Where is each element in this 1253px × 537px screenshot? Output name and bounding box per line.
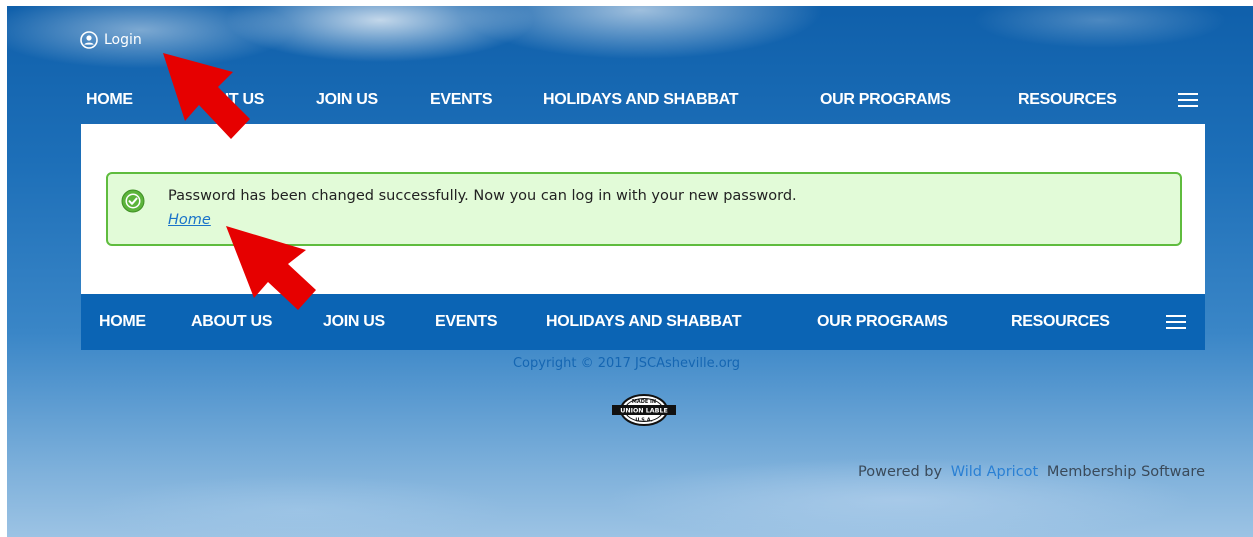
nav-our-programs[interactable]: OUR PROGRAMS: [817, 294, 948, 350]
annotation-arrow: [163, 53, 250, 139]
powered-suffix: Membership Software: [1046, 464, 1205, 480]
nav-our-programs[interactable]: OUR PROGRAMS: [820, 72, 951, 128]
checkmark-circle-icon: [121, 189, 145, 213]
powered-prefix: Powered by: [858, 464, 943, 480]
success-message: Password has been changed successfully. …: [168, 188, 797, 204]
hamburger-menu-icon[interactable]: [1178, 72, 1198, 128]
nav-resources[interactable]: RESOURCES: [1011, 294, 1110, 350]
nav-resources[interactable]: RESOURCES: [1018, 72, 1117, 128]
nav-join-us[interactable]: JOIN US: [316, 72, 378, 128]
nav-home[interactable]: HOME: [99, 294, 146, 350]
annotation-arrow: [226, 226, 316, 310]
badge-top-text: MADE IN: [632, 399, 656, 405]
nav-events[interactable]: EVENTS: [430, 72, 493, 128]
copyright-text: Copyright © 2017 JSCAsheville.org: [512, 356, 741, 371]
powered-by: Powered by Wild Apricot Membership Softw…: [858, 464, 1205, 480]
user-circle-icon: [80, 31, 98, 49]
union-label-badge: MADE IN UNION LABLE U.S.A.: [612, 394, 676, 426]
wild-apricot-link[interactable]: Wild Apricot: [951, 464, 1039, 480]
hamburger-menu-icon[interactable]: [1166, 294, 1186, 350]
home-link[interactable]: Home: [168, 212, 211, 228]
window-left-edge: [0, 0, 7, 537]
nav-join-us[interactable]: JOIN US: [323, 294, 385, 350]
nav-holidays-and-shabbat[interactable]: HOLIDAYS AND SHABBAT: [546, 294, 742, 350]
window-top-edge: [0, 0, 1253, 6]
nav-events[interactable]: EVENTS: [435, 294, 498, 350]
badge-middle-text: UNION LABLE: [620, 408, 668, 415]
login-label: Login: [104, 32, 142, 48]
badge-bottom-text: U.S.A.: [635, 418, 652, 424]
login-link[interactable]: Login: [80, 31, 142, 49]
nav-home[interactable]: HOME: [86, 72, 133, 128]
nav-holidays-and-shabbat[interactable]: HOLIDAYS AND SHABBAT: [543, 72, 739, 128]
